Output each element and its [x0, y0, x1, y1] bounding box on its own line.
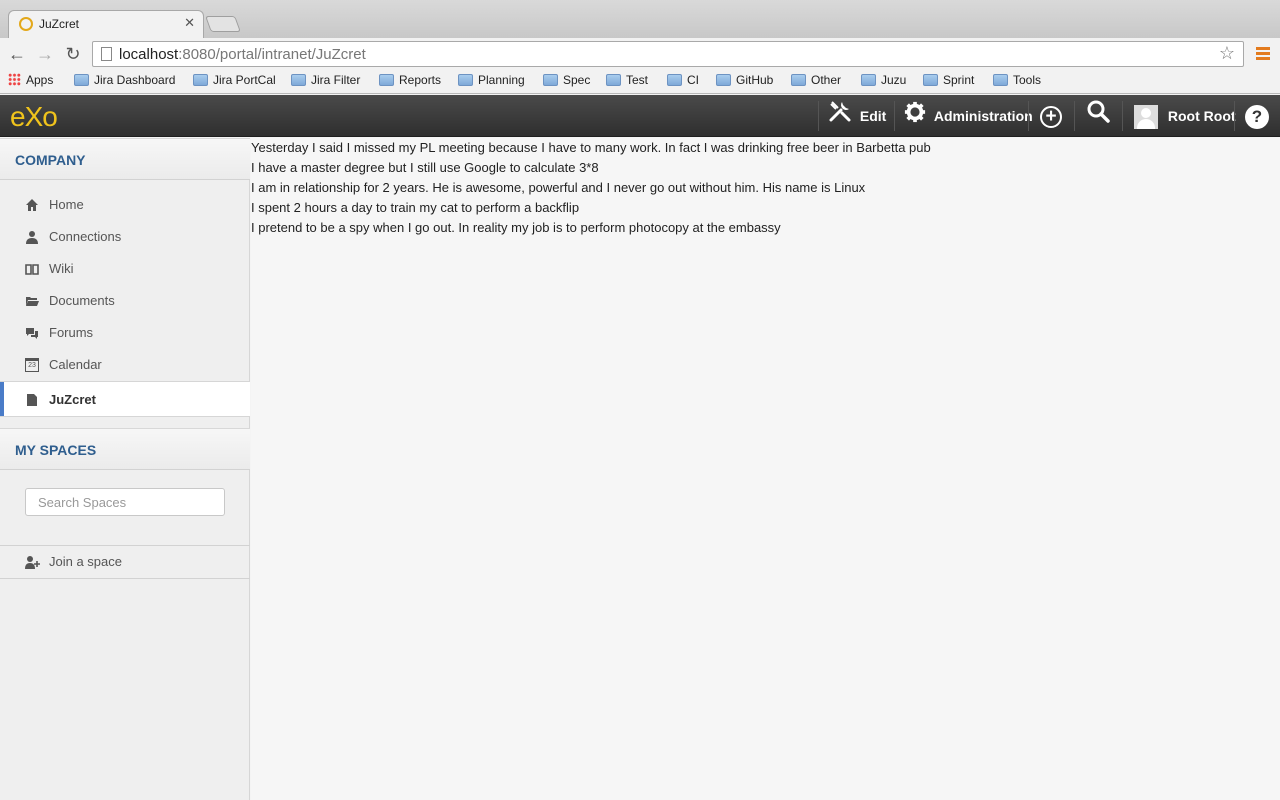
folder-icon	[458, 74, 473, 86]
bookmark-folder[interactable]: Reports	[379, 73, 441, 91]
company-title: COMPANY	[15, 152, 86, 168]
folder-icon	[606, 74, 621, 86]
folder-icon	[74, 74, 89, 86]
new-tab-button[interactable]	[205, 16, 241, 32]
main-content: Yesterday I said I missed my PL meeting …	[251, 138, 1280, 800]
folder-icon	[667, 74, 682, 86]
add-button[interactable]: +	[1040, 95, 1062, 137]
bar-separator	[1074, 101, 1075, 131]
exo-top-bar: eXo Edit Administration + Root Root ?	[0, 95, 1280, 137]
user-icon	[25, 230, 39, 244]
secret-line: I pretend to be a spy when I go out. In …	[251, 220, 781, 235]
folder-icon	[291, 74, 306, 86]
bar-separator	[894, 101, 895, 131]
folder-icon	[543, 74, 558, 86]
bookmark-apps[interactable]: Apps	[8, 73, 53, 91]
myspaces-title: MY SPACES	[15, 442, 97, 458]
bookmark-folder[interactable]: Tools	[993, 73, 1041, 91]
avatar	[1134, 105, 1158, 130]
sidebar-item-connections[interactable]: Connections	[0, 221, 250, 253]
sidebar-item-wiki[interactable]: Wiki	[0, 253, 250, 285]
sidebar-item-documents[interactable]: Documents	[0, 285, 250, 317]
sidebar-item-calendar[interactable]: 23 Calendar	[0, 349, 250, 381]
edit-button[interactable]: Edit	[828, 95, 886, 137]
help-icon: ?	[1245, 105, 1269, 130]
search-icon	[1086, 96, 1110, 138]
bookmarks-bar: Apps Jira Dashboard Jira PortCal Jira Fi…	[0, 70, 1280, 94]
exo-favicon-icon	[19, 17, 33, 31]
folder-open-icon	[25, 294, 39, 308]
bar-separator	[1122, 101, 1123, 131]
left-sidebar: COMPANY Home Connections Wiki Documents …	[0, 138, 250, 800]
wrench-icon	[828, 96, 852, 138]
bookmark-folder[interactable]: Other	[791, 73, 841, 91]
folder-icon	[791, 74, 806, 86]
user-menu[interactable]: Root Root	[1134, 95, 1236, 137]
bookmark-star-icon[interactable]: ☆	[1219, 43, 1235, 64]
back-icon[interactable]: ←	[6, 42, 28, 66]
close-tab-icon[interactable]: ✕	[184, 15, 195, 31]
book-icon	[25, 262, 39, 276]
sidebar-item-forums[interactable]: Forums	[0, 317, 250, 349]
bookmark-folder[interactable]: Jira Filter	[291, 73, 360, 91]
folder-icon	[716, 74, 731, 86]
add-user-icon	[25, 555, 40, 569]
exo-logo[interactable]: eXo	[10, 101, 58, 133]
divider	[0, 578, 250, 579]
bar-separator	[1234, 101, 1235, 131]
bookmark-folder[interactable]: CI	[667, 73, 699, 91]
bookmark-folder[interactable]: Sprint	[923, 73, 974, 91]
home-icon	[25, 198, 39, 212]
bookmark-folder[interactable]: Test	[606, 73, 648, 91]
help-button[interactable]: ?	[1245, 95, 1269, 137]
url-text: localhost:8080/portal/intranet/JuZcret	[119, 46, 366, 63]
join-space-link[interactable]: Join a space	[0, 546, 250, 578]
reload-icon[interactable]: ↻	[62, 42, 84, 66]
search-button[interactable]	[1086, 95, 1110, 137]
folder-icon	[861, 74, 876, 86]
apps-grid-icon	[8, 73, 21, 86]
bookmark-folder[interactable]: Juzu	[861, 73, 906, 91]
bookmark-folder[interactable]: Planning	[458, 73, 525, 91]
bookmark-folder[interactable]: Jira Dashboard	[74, 73, 175, 91]
forward-icon[interactable]: →	[34, 42, 56, 66]
address-bar[interactable]: localhost:8080/portal/intranet/JuZcret ☆	[92, 41, 1244, 67]
secret-line: Yesterday I said I missed my PL meeting …	[251, 140, 931, 155]
search-spaces-input[interactable]	[25, 488, 225, 516]
browser-tab[interactable]: JuZcret ✕	[8, 10, 204, 38]
calendar-icon: 23	[25, 358, 39, 372]
browser-tabstrip: JuZcret ✕	[0, 0, 1280, 38]
bookmark-folder[interactable]: Jira PortCal	[193, 73, 276, 91]
secret-line: I have a master degree but I still use G…	[251, 160, 599, 175]
company-section-header: COMPANY	[0, 138, 250, 180]
browser-toolbar: ← → ↻ localhost:8080/portal/intranet/JuZ…	[0, 38, 1280, 70]
administration-button[interactable]: Administration	[904, 95, 1033, 137]
folder-icon	[923, 74, 938, 86]
comments-icon	[25, 326, 39, 340]
browser-menu-icon[interactable]	[1256, 47, 1270, 60]
bookmark-folder[interactable]: GitHub	[716, 73, 773, 91]
page-icon	[101, 47, 112, 61]
bar-separator	[1028, 101, 1029, 131]
sidebar-item-juzcret[interactable]: JuZcret	[0, 381, 250, 417]
page-icon	[25, 393, 39, 407]
bar-separator	[818, 101, 819, 131]
secret-line: I am in relationship for 2 years. He is …	[251, 180, 866, 195]
gear-icon	[904, 96, 926, 138]
myspaces-section-header: MY SPACES	[0, 428, 250, 470]
secret-line: I spent 2 hours a day to train my cat to…	[251, 200, 580, 215]
folder-icon	[379, 74, 394, 86]
plus-circle-icon: +	[1040, 106, 1062, 129]
folder-icon	[993, 74, 1008, 86]
folder-icon	[193, 74, 208, 86]
tab-title: JuZcret	[39, 17, 80, 31]
bookmark-folder[interactable]: Spec	[543, 73, 590, 91]
sidebar-item-home[interactable]: Home	[0, 189, 250, 221]
